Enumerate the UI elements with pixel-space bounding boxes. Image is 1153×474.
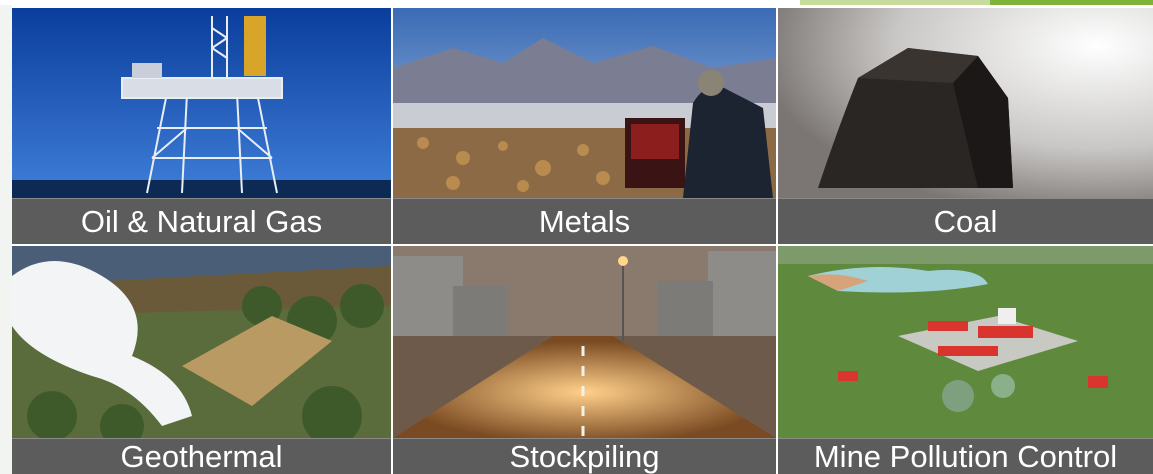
storage-tanks-road-image bbox=[393, 246, 776, 438]
offshore-oil-platform-image bbox=[12, 8, 391, 198]
tile-mine-pollution-control[interactable]: Mine Pollution Control bbox=[778, 246, 1153, 474]
left-edge-strip bbox=[0, 5, 12, 474]
tile-label: Mine Pollution Control bbox=[778, 438, 1153, 474]
geothermal-plant-image bbox=[12, 246, 391, 438]
resource-tile-grid: Oil & Natural Gas Metals Coal Geothermal… bbox=[12, 8, 1153, 474]
tile-coal[interactable]: Coal bbox=[778, 8, 1153, 244]
tile-label: Metals bbox=[393, 198, 776, 244]
accent-bar-dark bbox=[990, 0, 1153, 5]
tile-label: Oil & Natural Gas bbox=[12, 198, 391, 244]
tile-label: Coal bbox=[778, 198, 1153, 244]
geologist-surveying-image bbox=[393, 8, 776, 198]
coal-lump-image bbox=[778, 8, 1153, 198]
accent-bar-light bbox=[800, 0, 990, 5]
tile-label: Geothermal bbox=[12, 438, 391, 474]
tile-stockpiling[interactable]: Stockpiling bbox=[393, 246, 776, 474]
tile-metals[interactable]: Metals bbox=[393, 8, 776, 244]
tile-geothermal[interactable]: Geothermal bbox=[12, 246, 391, 474]
treatment-facility-image bbox=[778, 246, 1153, 438]
tile-oil-natural-gas[interactable]: Oil & Natural Gas bbox=[12, 8, 391, 244]
tile-label: Stockpiling bbox=[393, 438, 776, 474]
